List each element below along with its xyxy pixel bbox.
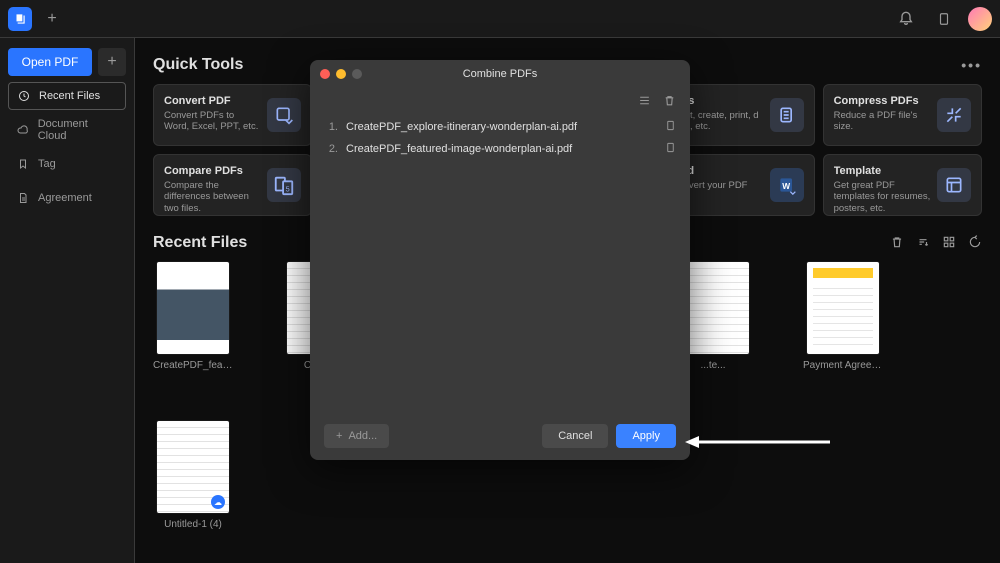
sidebar-item-label: Tag [38,158,56,170]
combine-file-row[interactable]: 2. CreatePDF_featured-image-wonderplan-a… [324,138,676,160]
file-page-icon[interactable] [665,120,676,134]
file-index: 1. [324,121,338,133]
tool-card-compare[interactable]: Compare PDFs Compare the differences bet… [153,154,312,216]
quick-tools-title: Quick Tools [153,56,243,74]
delete-icon[interactable] [890,235,904,252]
sidebar-item-agreement[interactable]: Agreement [8,184,126,212]
top-bar: + [0,0,1000,38]
svg-text:W: W [782,181,790,191]
cloud-badge-icon: ☁ [211,495,225,509]
file-page-icon[interactable] [665,142,676,156]
grid-view-icon[interactable] [942,235,956,252]
tool-card-convert-pdf[interactable]: Convert PDF Convert PDFs to Word, Excel,… [153,84,312,146]
sidebar: Open PDF + Recent Files Document Cloud T… [0,38,135,563]
dialog-file-list: 1. CreatePDF_explore-itinerary-wonderpla… [310,116,690,412]
file-thumbnail: ☁ [157,421,229,513]
tool-desc: Convert PDFs to Word, Excel, PPT, etc. [164,110,261,133]
file-thumbnail [807,262,879,354]
dialog-footer: + Add... Cancel Apply [310,412,690,460]
delete-icon[interactable] [663,94,676,110]
device-icon[interactable] [930,5,958,33]
clock-icon [17,90,31,102]
sidebar-item-tag[interactable]: Tag [8,150,126,178]
recent-files-title: Recent Files [153,234,247,252]
template-icon [937,168,971,202]
file-thumbnail [157,262,229,354]
combine-file-row[interactable]: 1. CreatePDF_explore-itinerary-wonderpla… [324,116,676,138]
pdfs-icon [770,98,804,132]
cloud-icon [16,124,30,136]
bookmark-icon [16,158,30,170]
tool-desc: Reduce a PDF file's size. [834,110,931,133]
tool-card-compress[interactable]: Compress PDFs Reduce a PDF file's size. [823,84,982,146]
cancel-button[interactable]: Cancel [542,424,608,448]
file-card[interactable]: ☁ Untitled-1 (4) [153,421,233,530]
dialog-toolbar [310,88,690,116]
sidebar-item-label: Recent Files [39,90,100,102]
sidebar-item-label: Agreement [38,192,92,204]
file-name: CreatePDF_explore-itinerary-wonderplan-a… [346,121,577,133]
new-tab-button[interactable]: + [42,9,62,29]
word-icon: W [770,168,804,202]
file-card[interactable]: CreatePDF_feature... [153,262,233,371]
zoom-window-icon[interactable] [352,69,362,79]
svg-text:5: 5 [286,184,290,193]
minimize-window-icon[interactable] [336,69,346,79]
file-name: CreatePDF_featured-image-wonderplan-ai.p… [346,143,572,155]
recent-actions [890,235,982,252]
list-view-icon[interactable] [638,94,651,110]
combine-pdfs-dialog: Combine PDFs 1. CreatePDF_explore-itiner… [310,60,690,460]
file-name: Payment Agreement [803,360,883,371]
file-card[interactable]: Payment Agreement [803,262,883,371]
sidebar-item-recent[interactable]: Recent Files [8,82,126,110]
apply-button[interactable]: Apply [616,424,676,448]
plus-icon: + [336,430,342,442]
open-pdf-button[interactable]: Open PDF [8,48,92,76]
more-icon[interactable]: ••• [961,57,982,73]
compress-icon [937,98,971,132]
file-index: 2. [324,143,338,155]
sidebar-item-label: Document Cloud [38,118,118,142]
tool-card-template[interactable]: Template Get great PDF templates for res… [823,154,982,216]
add-label: Add... [348,430,377,442]
app-logo [8,7,32,31]
tool-desc: Compare the differences between two file… [164,180,261,214]
file-name: Untitled-1 (4) [153,519,233,530]
compare-icon: 5 [267,168,301,202]
tool-title: Convert PDF [164,95,261,107]
window-controls[interactable] [320,69,362,79]
dialog-titlebar: Combine PDFs [310,60,690,88]
sidebar-item-cloud[interactable]: Document Cloud [8,116,126,144]
document-icon [16,192,30,204]
notifications-icon[interactable] [892,5,920,33]
file-name: CreatePDF_feature... [153,360,233,371]
tool-title: Compare PDFs [164,165,261,177]
convert-icon [267,98,301,132]
new-pdf-button[interactable]: + [98,48,126,76]
add-file-button[interactable]: + Add... [324,424,389,448]
avatar[interactable] [968,7,992,31]
sort-icon[interactable] [916,235,930,252]
close-window-icon[interactable] [320,69,330,79]
refresh-icon[interactable] [968,235,982,252]
tool-desc: Get great PDF templates for resumes, pos… [834,180,931,214]
dialog-title: Combine PDFs [310,68,690,80]
tool-title: Template [834,165,931,177]
tool-title: Compress PDFs [834,95,931,107]
